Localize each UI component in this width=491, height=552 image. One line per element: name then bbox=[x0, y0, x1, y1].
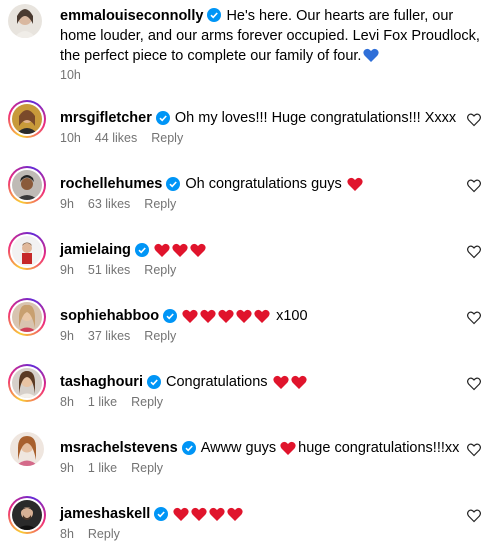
comment-text: Congratulations bbox=[165, 374, 268, 390]
comment-item: jameshaskell 8h Reply bbox=[0, 496, 491, 552]
comment-likes[interactable]: 51 likes bbox=[88, 263, 130, 277]
red-heart-icon bbox=[272, 375, 289, 390]
blue-heart-icon bbox=[363, 48, 380, 63]
red-heart-icon bbox=[154, 243, 170, 258]
avatar[interactable] bbox=[8, 496, 46, 534]
red-heart-icon bbox=[218, 309, 234, 324]
reply-button[interactable]: Reply bbox=[144, 329, 176, 343]
comment-meta: 8h Reply bbox=[60, 527, 134, 541]
comment-text: Oh my loves!!! Huge congratulations!!! X… bbox=[174, 110, 457, 126]
verified-badge-icon bbox=[134, 243, 149, 257]
comment-meta: 9h 37 likes Reply bbox=[60, 329, 190, 343]
red-heart-icon bbox=[254, 309, 270, 324]
red-heart-icon bbox=[173, 507, 189, 522]
verified-badge-icon bbox=[163, 309, 178, 323]
verified-badge-icon bbox=[166, 177, 181, 191]
reply-button[interactable]: Reply bbox=[144, 197, 176, 211]
red-heart-icon bbox=[190, 243, 206, 258]
heart-outline-icon[interactable] bbox=[467, 443, 481, 457]
comment-text-row: mrsgifletcher Oh my loves!!! Huge congra… bbox=[60, 108, 456, 128]
avatar[interactable] bbox=[8, 4, 42, 38]
comment-time: 8h bbox=[60, 527, 74, 541]
comment-time: 9h bbox=[60, 263, 74, 277]
heart-outline-icon[interactable] bbox=[467, 179, 481, 193]
comment-item: msrachelstevens Awww guys huge congratul… bbox=[0, 430, 491, 496]
comment-time: 9h bbox=[60, 461, 74, 475]
red-heart-icon bbox=[200, 309, 216, 324]
comment-likes[interactable]: 37 likes bbox=[88, 329, 130, 343]
reply-button[interactable]: Reply bbox=[131, 395, 163, 409]
comment-text-row: jamielaing bbox=[60, 240, 208, 260]
comment-item: tashaghouri Congratulations 8h 1 like Repl… bbox=[0, 364, 491, 430]
comment-item: rochellehumes Oh congratulations guys 9h… bbox=[0, 166, 491, 232]
reply-button[interactable]: Reply bbox=[88, 527, 120, 541]
comment-username[interactable]: msrachelstevens bbox=[60, 438, 178, 458]
comment-username[interactable]: sophiehabboo bbox=[60, 306, 159, 326]
avatar[interactable] bbox=[8, 232, 46, 270]
heart-outline-icon[interactable] bbox=[467, 377, 481, 391]
comment-meta: 9h 51 likes Reply bbox=[60, 263, 190, 277]
comment-likes[interactable]: 44 likes bbox=[95, 131, 137, 145]
comment-meta: 10h 44 likes Reply bbox=[60, 131, 197, 145]
comment-meta: 8h 1 like Reply bbox=[60, 395, 177, 409]
comment-text-row: msrachelstevens Awww guys huge congratul… bbox=[60, 438, 459, 458]
comment-username[interactable]: jamielaing bbox=[60, 240, 131, 260]
verified-badge-icon bbox=[207, 8, 222, 22]
avatar[interactable] bbox=[8, 364, 46, 402]
comment-text-row: sophiehabboo x100 bbox=[60, 306, 308, 326]
avatar[interactable] bbox=[8, 100, 46, 138]
comment-username[interactable]: jameshaskell bbox=[60, 504, 150, 524]
comment-time: 9h bbox=[60, 329, 74, 343]
heart-outline-icon[interactable] bbox=[467, 113, 481, 127]
red-heart-icon bbox=[227, 507, 243, 522]
caption-body: emmalouiseconnolly He's here. Our hearts … bbox=[60, 6, 480, 66]
verified-badge-icon bbox=[146, 375, 161, 389]
comment-text-row: jameshaskell bbox=[60, 504, 245, 524]
comment-item: sophiehabboo x100 9h 37 likes Reply bbox=[0, 298, 491, 364]
heart-outline-icon[interactable] bbox=[467, 509, 481, 523]
reply-button[interactable]: Reply bbox=[131, 461, 163, 475]
red-heart-icon bbox=[209, 507, 225, 522]
comment-text: x100 bbox=[276, 308, 308, 324]
caption-username[interactable]: emmalouiseconnolly bbox=[60, 8, 203, 24]
comment-time: 10h bbox=[60, 131, 81, 145]
heart-outline-icon[interactable] bbox=[467, 245, 481, 259]
comment-text: Awww guys bbox=[200, 440, 277, 456]
heart-outline-icon[interactable] bbox=[467, 311, 481, 325]
red-heart-icon bbox=[182, 309, 198, 324]
avatar[interactable] bbox=[10, 432, 44, 466]
comment-username[interactable]: rochellehumes bbox=[60, 174, 162, 194]
red-heart-icon bbox=[172, 243, 188, 258]
comment-likes[interactable]: 63 likes bbox=[88, 197, 130, 211]
comment-time: 9h bbox=[60, 197, 74, 211]
reply-button[interactable]: Reply bbox=[151, 131, 183, 145]
comment-meta: 9h 1 like Reply bbox=[60, 461, 177, 475]
red-heart-icon bbox=[191, 507, 207, 522]
verified-badge-icon bbox=[154, 507, 169, 521]
avatar[interactable] bbox=[8, 166, 46, 204]
comment-meta: 9h 63 likes Reply bbox=[60, 197, 190, 211]
verified-badge-icon bbox=[181, 441, 196, 455]
comment-text: huge congratulations!!!xx bbox=[298, 440, 460, 456]
reply-button[interactable]: Reply bbox=[144, 263, 176, 277]
avatar[interactable] bbox=[8, 298, 46, 336]
caption-time: 10h bbox=[60, 68, 81, 82]
comment-text-row: tashaghouri Congratulations bbox=[60, 372, 309, 392]
comment-item: mrsgifletcher Oh my loves!!! Huge congra… bbox=[0, 100, 491, 166]
verified-badge-icon bbox=[155, 111, 170, 125]
comment-username[interactable]: mrsgifletcher bbox=[60, 108, 152, 128]
red-heart-icon bbox=[280, 441, 296, 456]
red-heart-icon bbox=[290, 375, 307, 390]
comment-username[interactable]: tashaghouri bbox=[60, 372, 143, 392]
comment-likes[interactable]: 1 like bbox=[88, 461, 117, 475]
red-heart-icon bbox=[347, 177, 363, 192]
comment-text: Oh congratulations guys bbox=[185, 176, 342, 192]
red-heart-icon bbox=[236, 309, 252, 324]
comment-time: 8h bbox=[60, 395, 74, 409]
comment-item: jamielaing 9h 51 likes Reply bbox=[0, 232, 491, 298]
comment-text-row: rochellehumes Oh congratulations guys bbox=[60, 174, 365, 194]
comment-likes[interactable]: 1 like bbox=[88, 395, 117, 409]
